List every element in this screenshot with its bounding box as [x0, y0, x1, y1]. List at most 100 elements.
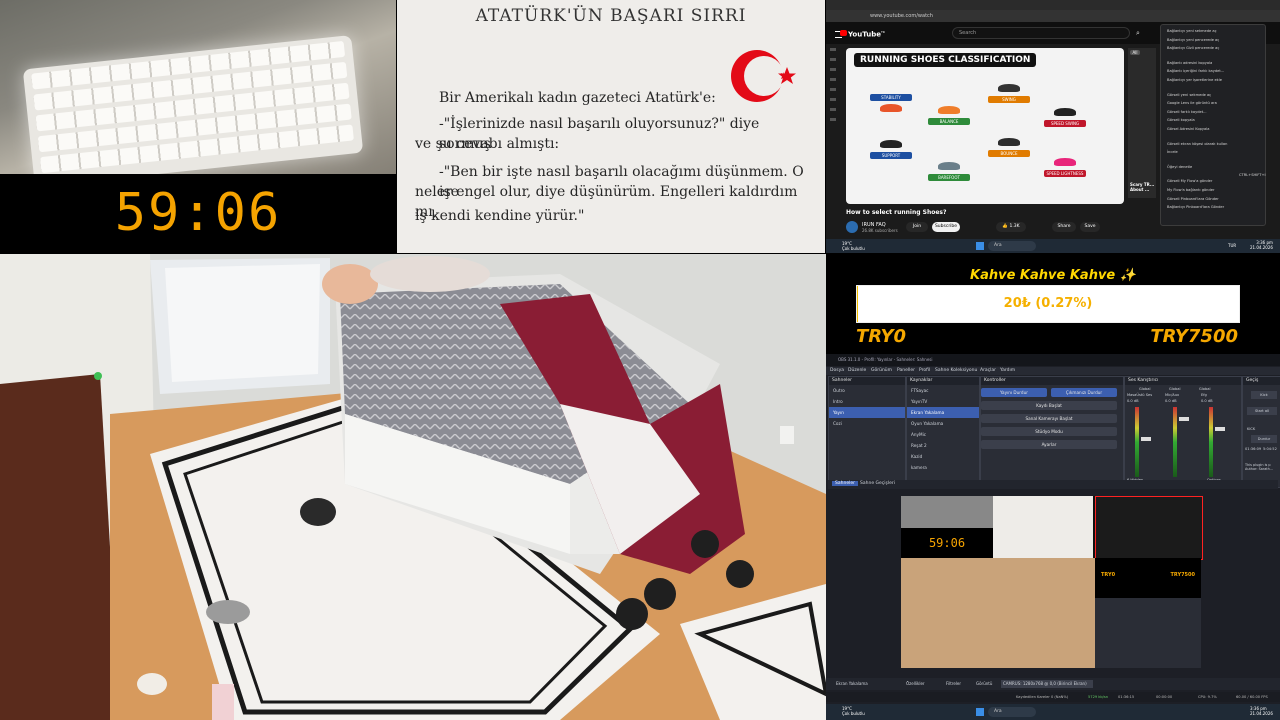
source-item[interactable]: FTSayac	[907, 385, 979, 396]
properties-button[interactable]: Özellikler	[906, 681, 925, 686]
scene-item-selected[interactable]: Yayın	[829, 407, 905, 418]
menu-item[interactable]: Yardım	[1000, 368, 1015, 373]
taskbar-language[interactable]: TUR	[1228, 243, 1236, 248]
start-virtual-camera-button[interactable]: Sanal Kamerayı Başlat	[981, 414, 1117, 423]
book-line: iş kendi kendine yürür."	[415, 208, 585, 224]
studio-mode-button[interactable]: Stüdyo Modu	[981, 427, 1117, 436]
side-video-title[interactable]: Scary TR... About ...	[1130, 182, 1156, 192]
donation-min-label: TRY0	[856, 326, 907, 347]
taskbar-search[interactable]: Ara	[988, 241, 1036, 251]
menu-item[interactable]: Profil	[919, 368, 930, 373]
taskbar-search[interactable]: Ara	[988, 707, 1036, 717]
video-player[interactable]: RUNNING SHOES CLASSIFICATION STABILITY S…	[846, 48, 1124, 204]
context-menu-item[interactable]: Öğeyi denetle	[1167, 165, 1192, 169]
browser-tab-bar[interactable]	[826, 0, 1280, 10]
start-all-button[interactable]: Start all	[1247, 407, 1277, 415]
context-menu-item[interactable]: Görseli My Flow'a gönder	[1167, 179, 1212, 183]
taskbar-weather[interactable]: 19°C Çok bulutlu	[842, 241, 865, 251]
context-menu-item[interactable]: Görseli kopyala	[1167, 118, 1195, 122]
obs-preview[interactable]: 59:06 TRY0 TRY7500	[901, 496, 1203, 668]
video-title: How to select running Shoes?	[846, 209, 947, 216]
context-menu-item[interactable]: Görseli yeni sekmede aç	[1167, 93, 1211, 97]
scenes-dock: Sahneler Outro Intro Yayın Cozi	[828, 376, 906, 488]
volume-slider[interactable]	[1141, 437, 1151, 441]
stop-button[interactable]: Durdur	[1251, 435, 1277, 443]
context-menu-item[interactable]: Bağlantı içeriğini farklı kaydet...	[1167, 69, 1224, 73]
windows-start-icon[interactable]	[976, 242, 984, 250]
kick-button[interactable]: Kick	[1251, 391, 1277, 399]
scene-tab[interactable]: Sahneler	[832, 481, 858, 486]
source-item[interactable]: AnyMic	[907, 429, 979, 440]
search-input[interactable]: Search	[952, 27, 1130, 39]
taskbar-weather[interactable]: 19°C Çok bulutlu	[842, 706, 865, 716]
sources-header: Kaynaklar	[907, 377, 979, 385]
obs-status-bar: Kaydedilen Kareler 0 (NaN%) 5729 kb/sn 0…	[826, 692, 1280, 702]
menu-item[interactable]: Düzenle	[848, 368, 866, 373]
context-menu-item[interactable]: Bağlantıyı Pinboard'lara Gönder	[1167, 205, 1224, 209]
menu-item[interactable]: Araçlar	[980, 368, 996, 373]
stop-stream-button[interactable]: Yayını Durdur	[981, 388, 1047, 397]
channel-name[interactable]: IRUN FAQ 26.8K subscribers	[862, 222, 898, 234]
address-bar[interactable]: www.youtube.com/watch	[826, 10, 1280, 22]
category-label: SPEED SWING	[1044, 120, 1086, 127]
youtube-logo-icon[interactable]	[840, 30, 847, 36]
taskbar-clock[interactable]: 3:36 pm 21.04.2026	[1250, 706, 1273, 716]
context-menu-item[interactable]: Bağlantı adresini kopyala	[1167, 61, 1212, 65]
display-select[interactable]: CAMRUS: 1280x768 @ 0,0 (Birincil Ekran)	[1001, 680, 1093, 688]
source-item[interactable]: Oyun Yakalama	[907, 418, 979, 429]
thumbnail-title: RUNNING SHOES CLASSIFICATION	[854, 53, 1037, 67]
context-menu-item[interactable]: Görseli Pinboard'lara Gönder	[1167, 197, 1219, 201]
channel-avatar[interactable]	[846, 221, 858, 233]
context-menu-item[interactable]: Görseli ekran köşesi olarak kullan	[1167, 142, 1227, 146]
context-menu-item[interactable]: Bağlantıyı yeni sekmede aç	[1167, 29, 1217, 33]
taskbar-clock[interactable]: 3:36 pm 21.04.2026	[1250, 240, 1273, 250]
source-item[interactable]: Reşat 2	[907, 440, 979, 451]
context-menu-item[interactable]: Google Lens ile görüntü ara	[1167, 101, 1217, 105]
book-line: Bir Amerikalı kadın gazeteci Atatürk'e:	[439, 90, 716, 106]
save-button[interactable]: Save	[1080, 222, 1100, 232]
like-button[interactable]: 👍 1.3K	[996, 222, 1026, 232]
context-menu-item[interactable]: Bağlantıyı Gizli pencerede aç	[1167, 46, 1219, 50]
stop-output-button[interactable]: Çıkmanızı Durdur	[1051, 388, 1117, 397]
subscribe-button[interactable]: Subscribe	[932, 222, 960, 232]
sidebar-icons[interactable]	[830, 48, 836, 128]
join-button[interactable]: Join	[906, 222, 928, 232]
context-menu-item[interactable]: Görseli farklı kaydet...	[1167, 110, 1207, 114]
preview-bedroom	[901, 558, 1095, 668]
context-menu-item[interactable]: İncele	[1167, 150, 1178, 154]
scene-tab[interactable]: Sahne Geçişleri	[860, 481, 895, 486]
source-item[interactable]: YayınTV	[907, 396, 979, 407]
menu-item[interactable]: Görünüm	[871, 368, 892, 373]
preview-min-label: TRY0	[1101, 572, 1116, 578]
menu-item[interactable]: Sahne Koleksiyonu	[935, 368, 977, 373]
side-video-thumbnail[interactable]: All Scary TR... About ...	[1128, 48, 1156, 198]
settings-button[interactable]: Ayarlar	[981, 440, 1117, 449]
volume-slider[interactable]	[1215, 427, 1225, 431]
menu-item[interactable]: Dosya	[830, 368, 844, 373]
context-menu-shortcut: CTRL+SHIFT+I	[1239, 173, 1266, 177]
volume-slider[interactable]	[1179, 417, 1189, 421]
youtube-logo-text[interactable]: YouTubeTR	[848, 30, 885, 38]
menu-item[interactable]: Paneller	[897, 368, 915, 373]
context-menu-item[interactable]: Bağlantıyı yeni pencerede aç	[1167, 38, 1219, 42]
url-text[interactable]: www.youtube.com/watch	[870, 13, 933, 19]
source-item-selected[interactable]: Ekran Yakalama	[907, 407, 979, 418]
context-menu-item[interactable]: Bağlantıyı yer işaretlerine ekle	[1167, 78, 1222, 82]
audio-meter	[1209, 407, 1213, 477]
windows-start-icon[interactable]	[976, 708, 984, 716]
context-menu-item[interactable]: Görsel Adresini Kopyala	[1167, 127, 1209, 131]
search-icon[interactable]: ⌕	[1136, 29, 1140, 38]
source-item[interactable]: kamera	[907, 462, 979, 473]
scene-item[interactable]: Cozi	[829, 418, 905, 429]
obs-menu-bar: Dosya Düzenle Görünüm Paneller Profil Sa…	[826, 367, 1280, 375]
context-menu-item[interactable]: My Flow'a bağlantı gönder	[1167, 188, 1214, 192]
preview-timer: 59:06	[901, 528, 993, 558]
start-recording-button[interactable]: Kaydı Başlat	[981, 401, 1117, 410]
source-item[interactable]: Kazid	[907, 451, 979, 462]
kick-label: KICK	[1247, 427, 1256, 431]
filters-button[interactable]: Filtreler	[946, 681, 961, 686]
scene-item[interactable]: Outro	[829, 385, 905, 396]
share-button[interactable]: Share	[1052, 222, 1076, 232]
chip-all[interactable]: All	[1130, 50, 1140, 55]
scene-item[interactable]: Intro	[829, 396, 905, 407]
